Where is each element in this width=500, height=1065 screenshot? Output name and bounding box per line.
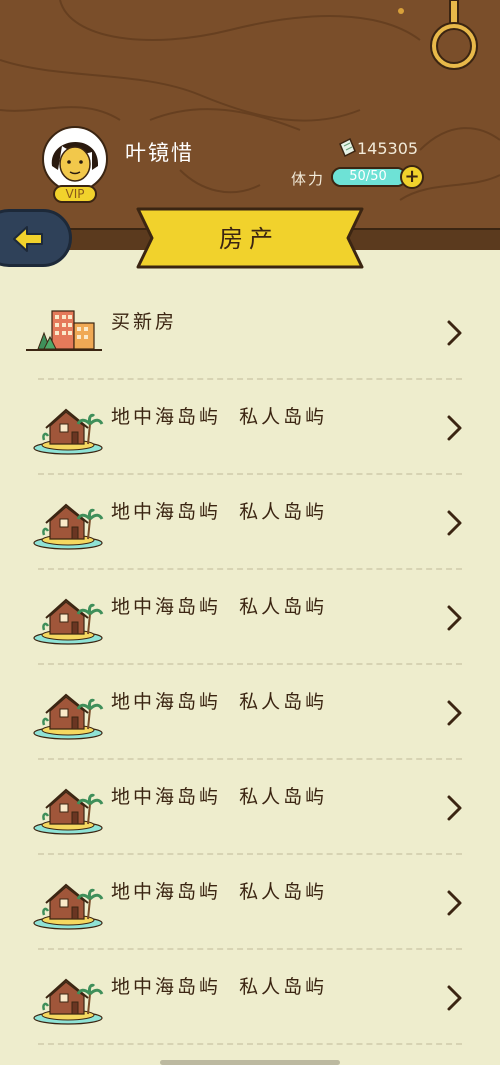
chevron-right-icon[interactable]: [445, 794, 465, 826]
island-house-icon: [32, 691, 106, 745]
list-item[interactable]: 地中海岛屿 私人岛屿: [0, 380, 500, 475]
add-stamina-button[interactable]: +: [400, 165, 424, 189]
island-house-icon: [33, 503, 104, 550]
island-house-icon: [33, 408, 104, 455]
list-item-label: 买新房: [111, 311, 178, 333]
city-buildings-icon: [24, 303, 104, 357]
chevron-right-icon: [447, 890, 462, 916]
chevron-right-icon: [447, 795, 462, 821]
back-button[interactable]: [0, 209, 72, 267]
list-item-label: 地中海岛屿 私人岛屿: [111, 596, 328, 618]
banknote-icon: [339, 138, 356, 158]
chevron-right-icon: [447, 985, 462, 1011]
island-house-icon: [33, 693, 104, 740]
chevron-right-icon[interactable]: [445, 984, 465, 1016]
chevron-right-icon[interactable]: [445, 604, 465, 636]
list-item[interactable]: 地中海岛屿 私人岛屿: [0, 665, 500, 760]
chevron-right-icon[interactable]: [445, 509, 465, 541]
island-house-icon: [33, 883, 104, 930]
back-arrow-icon: [13, 226, 43, 252]
list-item-label: 地中海岛屿 私人岛屿: [111, 691, 328, 713]
island-house-icon: [32, 501, 106, 555]
island-house-icon: [33, 598, 104, 645]
island-house-icon: [32, 786, 106, 840]
list-item-label: 地中海岛屿 私人岛屿: [111, 881, 328, 903]
island-house-icon: [32, 976, 106, 1030]
island-house-icon: [32, 596, 106, 650]
city-buildings-icon: [26, 310, 102, 351]
home-indicator: [160, 1060, 340, 1065]
list-item[interactable]: 买新房: [0, 285, 500, 380]
chevron-right-icon[interactable]: [445, 319, 465, 351]
decor-dot: [398, 8, 404, 14]
chevron-right-icon: [447, 415, 462, 441]
island-house-icon: [33, 788, 104, 835]
chevron-right-icon: [447, 510, 462, 536]
chevron-right-icon: [447, 320, 462, 346]
chevron-right-icon: [447, 605, 462, 631]
list-item[interactable]: 地中海岛屿 私人岛屿: [0, 950, 500, 1045]
money-value: 145305: [357, 139, 419, 158]
stamina-label: 体力: [291, 170, 326, 188]
stamina-bar: 50/50: [331, 167, 407, 187]
island-house-icon: [32, 406, 106, 460]
row-divider: [38, 1043, 462, 1045]
list-item-label: 地中海岛屿 私人岛屿: [111, 786, 328, 808]
page-title: 房产: [219, 225, 279, 253]
list-item[interactable]: 地中海岛屿 私人岛屿: [0, 475, 500, 570]
list-item[interactable]: 地中海岛屿 私人岛屿: [0, 760, 500, 855]
island-house-icon: [33, 978, 104, 1025]
list-item[interactable]: 地中海岛屿 私人岛屿: [0, 855, 500, 950]
vip-badge: VIP: [53, 185, 97, 203]
chevron-right-icon[interactable]: [445, 699, 465, 731]
pull-ring-icon[interactable]: [430, 0, 478, 72]
list-item[interactable]: 地中海岛屿 私人岛屿: [0, 570, 500, 665]
chevron-right-icon: [447, 700, 462, 726]
player-name: 叶镜惜: [125, 141, 194, 165]
list-item-label: 地中海岛屿 私人岛屿: [111, 976, 328, 998]
wood-header: VIP 叶镜惜 145305 体力 50/50 +: [0, 0, 500, 230]
chevron-right-icon[interactable]: [445, 414, 465, 446]
list-item-label: 地中海岛屿 私人岛屿: [111, 406, 328, 428]
property-list: 买新房 地中海岛屿 私人岛屿 地中海岛屿 私人岛屿 地中海岛屿 私人岛屿 地中海…: [0, 285, 500, 1045]
stamina-value: 50/50: [349, 169, 387, 184]
chevron-right-icon[interactable]: [445, 889, 465, 921]
island-house-icon: [32, 881, 106, 935]
list-item-label: 地中海岛屿 私人岛屿: [111, 501, 328, 523]
